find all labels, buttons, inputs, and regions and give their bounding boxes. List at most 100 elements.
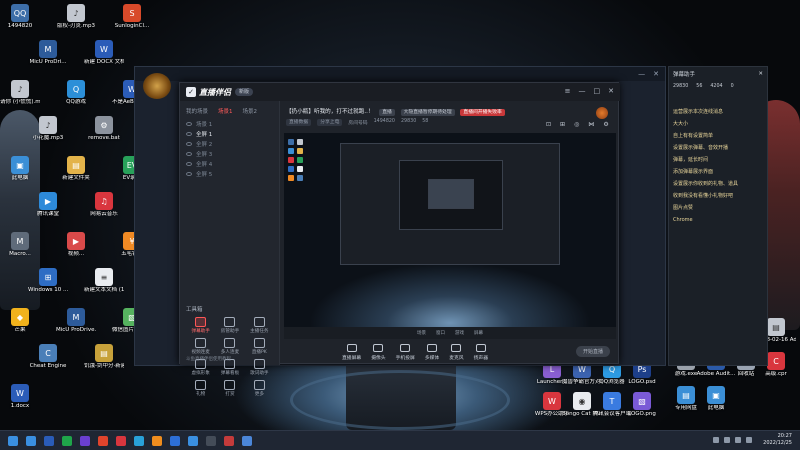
taskbar-app-icon[interactable] xyxy=(134,435,144,446)
desktop-icon[interactable]: ▧ LOGO.png xyxy=(624,392,660,418)
desktop-icon[interactable]: ▶ 腾讯课堂 xyxy=(30,192,66,218)
maximize-icon[interactable]: □ xyxy=(594,87,601,95)
tutorial-link[interactable]: 斗鱼直播伴侣使用教程 xyxy=(186,356,231,362)
streamer-avatar[interactable] xyxy=(596,107,608,119)
desktop-icon[interactable]: QQ 1494820 xyxy=(2,4,38,30)
room-title[interactable]: 【扔小瓶】听我的，打不过就跑..！ xyxy=(286,109,373,115)
lock-icon[interactable]: ⊡ xyxy=(546,121,551,128)
source-button[interactable]: 麦克风 xyxy=(449,343,464,361)
visibility-icon[interactable] xyxy=(186,132,192,136)
desktop-icon[interactable]: ⊞ Windows 10 ... xyxy=(28,268,68,294)
taskbar-app-icon[interactable] xyxy=(62,435,72,446)
desktop-icon[interactable]: ▤ 新建文件夹 xyxy=(58,156,94,182)
menu-icon[interactable]: ≡ xyxy=(565,87,571,95)
desktop-icon[interactable]: ▣ 此电脑 xyxy=(2,156,38,182)
desktop-icon[interactable]: ♪请你 (小慌慌).mp3 xyxy=(0,80,40,106)
preview-tool[interactable]: 游戏 xyxy=(455,330,464,336)
scene-tab[interactable]: 场景2 xyxy=(243,107,258,115)
scene-item[interactable]: 场景 1 xyxy=(180,119,279,129)
desktop-icon[interactable]: ♫ 网易云音乐 xyxy=(86,192,122,218)
toolbox-item[interactable]: 房管助手 xyxy=(215,317,244,334)
taskbar-app-icon[interactable] xyxy=(26,435,36,446)
preview-tool[interactable]: 场景 xyxy=(417,330,426,336)
settings-icon[interactable]: ⚙ xyxy=(603,121,608,128)
toolbox-item[interactable]: 多人连麦 xyxy=(215,338,244,355)
toolbox-item[interactable]: 歌词助手 xyxy=(245,359,274,376)
desktop-icon[interactable]: ♪ 版权-刃炎.mp3 xyxy=(57,4,95,30)
toolbox-item[interactable]: 更多 xyxy=(245,380,274,397)
desktop-icon[interactable]: C Cheat Engine xyxy=(30,344,66,370)
desktop-icon[interactable]: M Macro... xyxy=(2,232,38,258)
taskbar-app-icon[interactable] xyxy=(224,435,234,446)
visibility-icon[interactable] xyxy=(186,162,192,166)
desktop-icon[interactable]: ⚙ remove.bat xyxy=(86,116,122,142)
live-companion-main-window[interactable]: ✓ 直播伴侣 新版 ≡ — □ ✕ 我的场景 场景1 场景2 场景 1 全屏 1 全屏 … xyxy=(179,82,620,397)
scene-tab[interactable]: 场景1 xyxy=(218,107,233,115)
visibility-icon[interactable] xyxy=(186,122,192,126)
visibility-icon[interactable] xyxy=(186,152,192,156)
desktop-icon[interactable]: ▶ 视频... xyxy=(58,232,94,258)
visibility-icon[interactable] xyxy=(186,142,192,146)
taskbar-app-icon[interactable] xyxy=(242,435,252,446)
scene-item[interactable]: 全屏 3 xyxy=(180,149,279,159)
desktop-icon[interactable]: W新建 DOCX 文档 (2).d... xyxy=(84,40,124,66)
status-warning[interactable]: 大隐直播暂停期待处理 xyxy=(400,109,455,116)
taskbar-app-icon[interactable] xyxy=(98,435,108,446)
desktop-icon[interactable]: ≡新建文本文档 (14).txt xyxy=(84,268,124,294)
version-badge[interactable]: 新版 xyxy=(235,88,254,96)
gift-icon[interactable]: ⊞ xyxy=(560,121,565,128)
clock[interactable]: 20:27 2022/12/25 xyxy=(763,433,792,447)
scene-item[interactable]: 全屏 5 xyxy=(180,169,279,179)
minimize-icon[interactable]: — xyxy=(579,87,586,95)
desktop-icon[interactable]: ◆ 芒果 xyxy=(2,308,38,334)
desktop-icon[interactable]: S SunloginCl... xyxy=(114,4,150,30)
taskbar-app-icon[interactable] xyxy=(206,435,216,446)
scene-item[interactable]: 全屏 2 xyxy=(180,139,279,149)
live-preview[interactable]: 场景 窗口 游戏 屏幕 xyxy=(284,133,616,339)
taskbar-app-icon[interactable] xyxy=(170,435,180,446)
taskbar-app-icon[interactable] xyxy=(116,435,126,446)
share-button[interactable]: 分享上电 xyxy=(317,119,343,126)
taskbar-app-icon[interactable] xyxy=(152,435,162,446)
start-live-button[interactable]: 开始直播 xyxy=(576,346,610,357)
source-button[interactable]: 手机投屏 xyxy=(396,343,415,361)
minimize-icon[interactable]: — xyxy=(638,70,645,78)
toolbox-item[interactable]: 打赏 xyxy=(215,380,244,397)
desktop-icon[interactable]: ♪ 小花魔.mp3 xyxy=(30,116,66,142)
visibility-icon[interactable] xyxy=(186,172,192,176)
scene-item[interactable]: 全屏 4 xyxy=(180,159,279,169)
toolbox-item[interactable]: 主播任务 xyxy=(245,317,274,334)
desktop-icon[interactable]: M MicU ProDrive... xyxy=(56,308,96,334)
preview-tool[interactable]: 屏幕 xyxy=(474,330,483,336)
desktop-icon[interactable]: ▣ 此电脑 xyxy=(698,386,734,412)
taskbar-app-icon[interactable] xyxy=(188,435,198,446)
close-icon[interactable]: ✕ xyxy=(608,87,614,95)
desktop-icon[interactable]: M MicU ProDri... xyxy=(29,40,67,66)
source-button[interactable]: 多媒体 xyxy=(425,343,439,361)
stream-data-button[interactable]: 直播数据 xyxy=(286,119,312,126)
toolbox-item[interactable]: 礼物 xyxy=(186,380,215,397)
danmaku-panel[interactable]: 弹幕助手 ✕ 29830 56 4204 0 运营展示本次连线消息 大大小 自上有有设置简… xyxy=(668,66,768,366)
toolbox-item[interactable]: 直播PK xyxy=(245,338,274,355)
taskbar-app-icon[interactable] xyxy=(80,435,90,446)
desktop-icon[interactable]: W 1.docx xyxy=(2,384,38,410)
toolbox-item[interactable]: 弹幕助手 xyxy=(186,317,215,334)
scene-tab[interactable]: 我的场景 xyxy=(186,107,208,115)
preview-tool[interactable]: 窗口 xyxy=(436,330,445,336)
app-name: 直播伴侣 xyxy=(199,87,231,97)
desktop-icon[interactable]: ▤饥饿-剑中分·新建工具... xyxy=(84,344,124,370)
source-button[interactable]: 直播屏幕 xyxy=(342,343,361,361)
taskbar-app-icon[interactable] xyxy=(44,435,54,446)
scene-item[interactable]: 全屏 1 xyxy=(180,129,279,139)
close-icon[interactable]: ✕ xyxy=(653,70,659,78)
share-icon[interactable]: ⋈ xyxy=(588,121,594,128)
source-button[interactable]: 扬声器 xyxy=(474,343,488,361)
start-icon[interactable] xyxy=(8,435,18,446)
source-button[interactable]: 摄像头 xyxy=(371,343,386,361)
record-icon[interactable]: ◎ xyxy=(574,121,579,128)
hot-tag[interactable]: 直播间开播失败率 xyxy=(460,109,505,116)
toolbox-item[interactable]: 视频连麦 xyxy=(186,338,215,355)
live-tag[interactable]: 直播 xyxy=(379,109,395,116)
pin-icon[interactable]: ✕ xyxy=(758,71,763,77)
desktop-icon[interactable]: Q QQ游戏 xyxy=(58,80,94,106)
